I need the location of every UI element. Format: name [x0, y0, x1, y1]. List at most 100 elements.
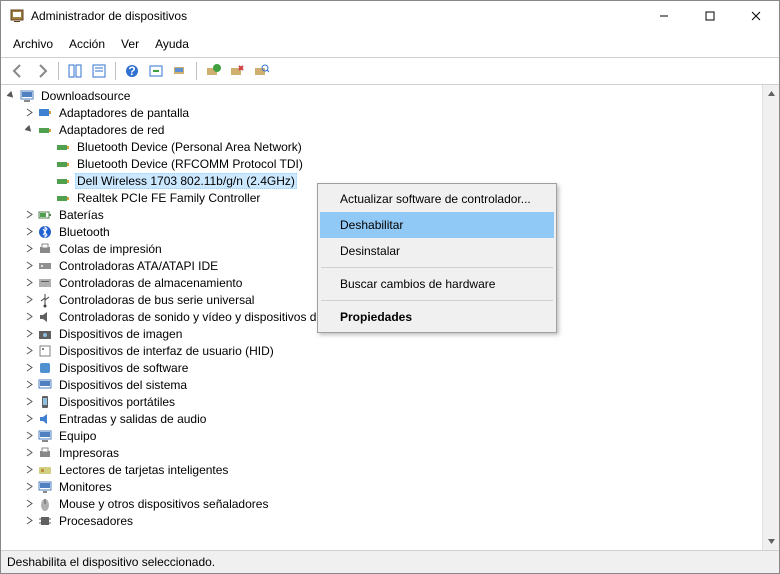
- tree-item[interactable]: Lectores de tarjetas inteligentes: [21, 461, 777, 478]
- expand-icon[interactable]: [23, 328, 35, 340]
- collapse-icon[interactable]: [23, 124, 35, 136]
- vertical-scrollbar[interactable]: [762, 85, 779, 550]
- expand-icon[interactable]: [23, 107, 35, 119]
- menu-file[interactable]: Archivo: [5, 33, 61, 55]
- mouse-icon: [37, 496, 53, 512]
- forward-button[interactable]: [31, 60, 53, 82]
- tree-item[interactable]: Dispositivos de interfaz de usuario (HID…: [21, 342, 777, 359]
- status-text: Deshabilita el dispositivo seleccionado.: [7, 555, 215, 569]
- computer-icon: [19, 88, 35, 104]
- titlebar: Administrador de dispositivos: [1, 1, 779, 31]
- sound-icon: [37, 309, 53, 325]
- menu-action[interactable]: Acción: [61, 33, 113, 55]
- ctx-scan-hardware[interactable]: Buscar cambios de hardware: [320, 271, 554, 297]
- expand-icon[interactable]: [23, 243, 35, 255]
- scroll-down-icon[interactable]: [763, 533, 779, 550]
- network-adapter-icon: [37, 122, 53, 138]
- ata-icon: [37, 258, 53, 274]
- tree-item[interactable]: Equipo: [21, 427, 777, 444]
- window-title: Administrador de dispositivos: [31, 9, 641, 23]
- expand-icon[interactable]: [23, 345, 35, 357]
- help-button[interactable]: ?: [121, 60, 143, 82]
- computer-icon: [37, 428, 53, 444]
- storage-icon: [37, 275, 53, 291]
- tree-item[interactable]: Dispositivos portátiles: [21, 393, 777, 410]
- expand-icon[interactable]: [23, 362, 35, 374]
- portable-device-icon: [37, 394, 53, 410]
- ctx-disable[interactable]: Deshabilitar: [320, 212, 554, 238]
- root-label: Downloadsource: [39, 89, 132, 103]
- battery-icon: [37, 207, 53, 223]
- collapse-icon[interactable]: [5, 90, 17, 102]
- display-adapter-icon: [37, 105, 53, 121]
- maximize-button[interactable]: [687, 1, 733, 31]
- expand-icon[interactable]: [23, 396, 35, 408]
- expand-icon[interactable]: [23, 430, 35, 442]
- action-button[interactable]: [145, 60, 167, 82]
- usb-icon: [37, 292, 53, 308]
- tree-item[interactable]: Impresoras: [21, 444, 777, 461]
- tree-item[interactable]: Bluetooth Device (RFCOMM Protocol TDI): [39, 155, 777, 172]
- system-device-icon: [37, 377, 53, 393]
- tree-item[interactable]: Dispositivos de software: [21, 359, 777, 376]
- tree-item[interactable]: Dispositivos del sistema: [21, 376, 777, 393]
- monitor-icon: [37, 479, 53, 495]
- ctx-properties[interactable]: Propiedades: [320, 304, 554, 330]
- expand-icon[interactable]: [23, 481, 35, 493]
- tree-item-network[interactable]: Adaptadores de red: [21, 121, 777, 138]
- expand-icon[interactable]: [23, 311, 35, 323]
- show-hide-tree-button[interactable]: [64, 60, 86, 82]
- tree-item[interactable]: Mouse y otros dispositivos señaladores: [21, 495, 777, 512]
- expand-icon[interactable]: [23, 413, 35, 425]
- toolbar: ?: [1, 57, 779, 85]
- processor-icon: [37, 513, 53, 529]
- devices-by-type-button[interactable]: [169, 60, 191, 82]
- expand-icon[interactable]: [23, 379, 35, 391]
- menu-help[interactable]: Ayuda: [147, 33, 197, 55]
- imaging-icon: [37, 326, 53, 342]
- network-adapter-icon: [55, 156, 71, 172]
- menubar: Archivo Acción Ver Ayuda: [1, 31, 779, 57]
- print-queue-icon: [37, 241, 53, 257]
- minimize-button[interactable]: [641, 1, 687, 31]
- bluetooth-icon: [37, 224, 53, 240]
- properties-button[interactable]: [88, 60, 110, 82]
- hid-icon: [37, 343, 53, 359]
- back-button[interactable]: [7, 60, 29, 82]
- printer-icon: [37, 445, 53, 461]
- tree-root[interactable]: Downloadsource: [3, 87, 777, 104]
- network-adapter-icon: [55, 173, 71, 189]
- update-driver-button[interactable]: [202, 60, 224, 82]
- ctx-separator: [321, 267, 553, 268]
- context-menu: Actualizar software de controlador... De…: [317, 183, 557, 333]
- tree-item[interactable]: Adaptadores de pantalla: [21, 104, 777, 121]
- expand-icon[interactable]: [23, 515, 35, 527]
- ctx-update-driver[interactable]: Actualizar software de controlador...: [320, 186, 554, 212]
- ctx-separator: [321, 300, 553, 301]
- statusbar: Deshabilita el dispositivo seleccionado.: [1, 551, 779, 573]
- expand-icon[interactable]: [23, 447, 35, 459]
- expand-icon[interactable]: [23, 294, 35, 306]
- svg-text:?: ?: [128, 64, 135, 78]
- expand-icon[interactable]: [23, 209, 35, 221]
- tree-item[interactable]: Bluetooth Device (Personal Area Network): [39, 138, 777, 155]
- tree-item[interactable]: Monitores: [21, 478, 777, 495]
- device-tree-panel: Downloadsource Adaptadores de pantalla A…: [1, 85, 779, 551]
- scroll-up-icon[interactable]: [763, 85, 779, 102]
- audio-io-icon: [37, 411, 53, 427]
- uninstall-button[interactable]: [226, 60, 248, 82]
- menu-view[interactable]: Ver: [113, 33, 147, 55]
- scan-hardware-button[interactable]: [250, 60, 272, 82]
- expand-icon[interactable]: [23, 498, 35, 510]
- expand-icon[interactable]: [23, 226, 35, 238]
- expand-icon[interactable]: [23, 464, 35, 476]
- software-device-icon: [37, 360, 53, 376]
- smartcard-icon: [37, 462, 53, 478]
- expand-icon[interactable]: [23, 277, 35, 289]
- tree-item[interactable]: Entradas y salidas de audio: [21, 410, 777, 427]
- close-button[interactable]: [733, 1, 779, 31]
- ctx-uninstall[interactable]: Desinstalar: [320, 238, 554, 264]
- tree-item[interactable]: Procesadores: [21, 512, 777, 529]
- network-adapter-icon: [55, 190, 71, 206]
- expand-icon[interactable]: [23, 260, 35, 272]
